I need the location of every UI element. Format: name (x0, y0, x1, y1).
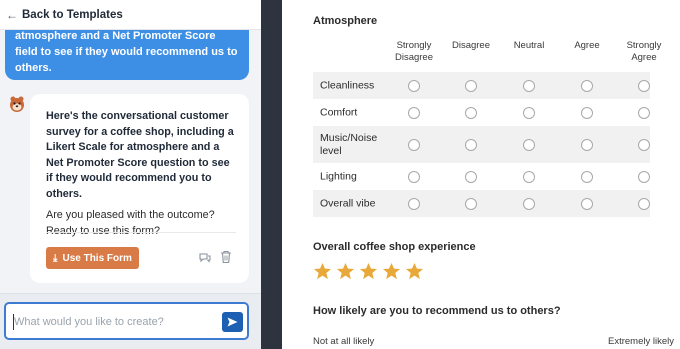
likert-radio[interactable] (581, 197, 593, 210)
bot-question-text: Are you pleased with the outcome? Ready … (46, 209, 215, 237)
likert-row-label: Music/Noise level (320, 131, 378, 157)
likert-radio[interactable] (581, 138, 593, 151)
likert-radio[interactable] (465, 170, 477, 183)
back-to-templates-link[interactable]: Back to Templates (22, 9, 123, 21)
likert-column-header: Strongly Agree (626, 40, 662, 63)
bot-message-card: Here's the conversational customer surve… (30, 94, 249, 283)
likert-row: Music/Noise level (313, 126, 650, 163)
likert-radio[interactable] (465, 106, 477, 119)
form-preview: Atmosphere Strongly Disagree Disagree Ne… (282, 0, 680, 349)
likert-row: Overall vibe (313, 190, 650, 217)
likert-scale: Strongly Disagree Disagree Neutral Agree… (313, 40, 661, 217)
use-this-form-button[interactable]: ⤓ Use This Form (46, 247, 139, 269)
likert-radio[interactable] (638, 79, 650, 92)
likert-row-label: Comfort (320, 106, 358, 118)
likert-radio[interactable] (408, 197, 420, 210)
send-icon (227, 317, 238, 327)
composer (4, 302, 249, 340)
likert-radio[interactable] (523, 138, 535, 151)
likert-radio[interactable] (638, 106, 650, 119)
likert-row: Comfort (313, 99, 650, 126)
likert-radio[interactable] (581, 106, 593, 119)
nps-high-label: Extremely likely (608, 336, 674, 347)
likert-radio[interactable] (408, 170, 420, 183)
rating-title: Overall coffee shop experience (313, 241, 476, 253)
panel-splitter[interactable] (261, 0, 282, 349)
likert-radio[interactable] (408, 79, 420, 92)
likert-row: Cleanliness (313, 72, 650, 99)
trash-icon[interactable] (220, 250, 232, 264)
likert-radio[interactable] (638, 138, 650, 151)
likert-title: Atmosphere (313, 15, 378, 27)
star-icon[interactable] (405, 262, 424, 281)
likert-column-header: Strongly Disagree (394, 40, 434, 63)
star-icon[interactable] (359, 262, 378, 281)
likert-radio[interactable] (465, 79, 477, 92)
likert-radio[interactable] (638, 170, 650, 183)
prompt-input[interactable] (14, 313, 209, 331)
likert-radio[interactable] (465, 138, 477, 151)
likert-row-label: Overall vibe (320, 197, 376, 209)
likert-radio[interactable] (408, 138, 420, 151)
likert-radio[interactable] (581, 79, 593, 92)
nps-low-label: Not at all likely (313, 336, 375, 347)
use-this-form-label: Use This Form (62, 252, 132, 264)
feedback-icon[interactable] (198, 251, 211, 264)
download-icon: ⤓ (53, 252, 58, 264)
star-rating (313, 262, 424, 281)
likert-radio[interactable] (581, 170, 593, 183)
chat-panel: atmosphere and a Net Promoter Score fiel… (0, 0, 261, 349)
likert-row-label: Lighting (320, 170, 357, 182)
send-button[interactable] (222, 312, 243, 332)
nps-title: How likely are you to recommend us to ot… (313, 305, 561, 317)
likert-column-header: Disagree (451, 40, 491, 51)
bot-message-text: Here's the conversational customer surve… (46, 110, 234, 200)
likert-row-label: Cleanliness (320, 79, 375, 91)
star-icon[interactable] (382, 262, 401, 281)
chat-header: ← Back to Templates (0, 0, 261, 30)
bot-avatar-icon (10, 96, 24, 112)
user-message-text: atmosphere and a Net Promoter Score fiel… (15, 30, 238, 74)
likert-row: Lighting (313, 163, 650, 190)
card-divider (46, 232, 236, 233)
back-arrow-icon[interactable]: ← (6, 8, 20, 22)
likert-radio[interactable] (523, 197, 535, 210)
likert-column-header: Neutral (513, 40, 545, 51)
likert-radio[interactable] (523, 106, 535, 119)
likert-radio[interactable] (638, 197, 650, 210)
likert-radio[interactable] (523, 79, 535, 92)
star-icon[interactable] (313, 262, 332, 281)
likert-header: Strongly Disagree Disagree Neutral Agree… (313, 40, 661, 72)
star-icon[interactable] (336, 262, 355, 281)
likert-radio[interactable] (523, 170, 535, 183)
likert-radio[interactable] (465, 197, 477, 210)
likert-radio[interactable] (408, 106, 420, 119)
likert-column-header: Agree (574, 40, 600, 51)
